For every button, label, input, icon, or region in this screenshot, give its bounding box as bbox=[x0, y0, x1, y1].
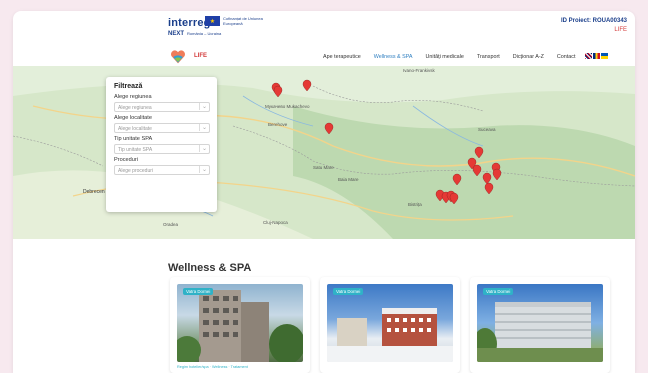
map-label-debrecen: Debrecen bbox=[83, 189, 105, 195]
top-header: interreg NEXT România – Ucraina ★ Cofinan… bbox=[13, 11, 635, 47]
nav-item-contact[interactable]: Contact bbox=[557, 54, 576, 60]
locality-select-value: Alege localitate bbox=[118, 126, 152, 132]
filter-panel: Filtrează Alege regiunea Alege regiunea … bbox=[106, 77, 217, 212]
chevron-down-icon: ⌄ bbox=[198, 145, 207, 152]
map-label-ivano-frankivsk: Ivano-Frankivsk bbox=[403, 68, 436, 73]
spa-card[interactable]: Vatra Dornei Regim hotelier/spa · Wellne… bbox=[170, 277, 310, 373]
ro-flag-icon[interactable] bbox=[593, 53, 600, 59]
chevron-down-icon: ⌄ bbox=[198, 166, 207, 173]
region-select[interactable]: Alege regiunea ⌄ bbox=[114, 102, 210, 112]
life-heart-logo-icon[interactable] bbox=[170, 49, 186, 65]
location-badge: Vatra Dornei bbox=[483, 288, 514, 295]
page-frame: interreg NEXT România – Ucraina ★ Cofinan… bbox=[13, 11, 635, 373]
spa-card-photo[interactable]: Vatra Dornei bbox=[477, 284, 603, 362]
region-label: Alege regiunea bbox=[114, 94, 152, 100]
hotel-building-image bbox=[177, 290, 303, 362]
section-title: Wellness & SPA bbox=[168, 262, 252, 274]
next-text: NEXT bbox=[168, 31, 185, 37]
eu-cofinance-text: Cofinanțat de Uniunea Europeană bbox=[223, 16, 263, 26]
spa-type-label: Tip unitate SPA bbox=[114, 136, 153, 142]
procedures-select-value: Alege proceduri bbox=[118, 168, 154, 174]
map-label-suceava: Suceava bbox=[478, 127, 496, 132]
nav-item-dictionar[interactable]: Dicționar A-Z bbox=[513, 54, 544, 60]
map-label-baia-mare: Baia Mare bbox=[338, 177, 359, 182]
ua-flag-icon[interactable] bbox=[601, 53, 608, 59]
spa-card-photo[interactable]: Vatra Dornei bbox=[327, 284, 453, 362]
map-label-berehove: Berehove bbox=[268, 122, 288, 127]
next-subtext: România – Ucraina bbox=[187, 31, 222, 36]
chevron-down-icon: ⌄ bbox=[198, 103, 207, 110]
procedures-label: Proceduri bbox=[114, 157, 138, 163]
project-name: LIFE bbox=[614, 27, 627, 33]
life-logo-text[interactable]: LIFE bbox=[194, 53, 207, 59]
nav-item-ape-terapeutice[interactable]: Ape terapeutice bbox=[323, 54, 361, 60]
nav-item-transport[interactable]: Transport bbox=[477, 54, 500, 60]
map-label-satu-mare: Satu Mare bbox=[313, 165, 334, 170]
map-view[interactable]: Ivano-Frankivsk Мукачево Mukachevo Bereh… bbox=[13, 66, 635, 239]
map-label-oradea: Oradea bbox=[163, 222, 179, 227]
hotel-building-image bbox=[477, 302, 603, 362]
next-logo-text: NEXT România – Ucraina bbox=[168, 31, 221, 37]
locality-label: Alege localitate bbox=[114, 115, 152, 121]
location-badge: Vatra Dornei bbox=[183, 288, 214, 295]
uk-flag-icon[interactable] bbox=[585, 53, 592, 59]
spa-card-list: Vatra Dornei Regim hotelier/spa · Wellne… bbox=[165, 277, 615, 373]
spa-card-photo[interactable]: Vatra Dornei bbox=[177, 284, 303, 362]
filter-title: Filtrează bbox=[114, 83, 143, 90]
hotel-building-image bbox=[327, 308, 453, 362]
chevron-down-icon: ⌄ bbox=[198, 124, 207, 131]
spa-card-caption[interactable]: Regim hotelier/spa · Wellness · Tratamen… bbox=[177, 365, 248, 369]
nav-item-unitati-medicale[interactable]: Unități medicale bbox=[426, 54, 464, 60]
spa-type-select-value: Tip unitate SPA bbox=[118, 147, 153, 153]
locality-select[interactable]: Alege localitate ⌄ bbox=[114, 123, 210, 133]
procedures-select[interactable]: Alege proceduri ⌄ bbox=[114, 165, 210, 175]
spa-type-select[interactable]: Tip unitate SPA ⌄ bbox=[114, 144, 210, 154]
project-id: ID Proiect: ROUA00343 bbox=[560, 18, 627, 24]
language-switcher bbox=[585, 53, 608, 59]
map-label-mukachevo: Мукачево Mukachevo bbox=[265, 104, 310, 109]
spa-card[interactable]: Vatra Dornei bbox=[320, 277, 460, 373]
nav-item-wellness-spa[interactable]: Wellness & SPA bbox=[374, 54, 413, 60]
region-select-value: Alege regiunea bbox=[118, 105, 152, 111]
eu-flag-icon: ★ bbox=[205, 16, 220, 26]
spa-card[interactable]: Vatra Dornei bbox=[470, 277, 610, 373]
location-badge: Vatra Dornei bbox=[333, 288, 364, 295]
map-label-bistrita: Bistrița bbox=[408, 202, 422, 207]
map-label-cluj-napoca: Cluj-Napoca bbox=[263, 220, 288, 225]
nav-menu: Ape terapeutice Wellness & SPA Unități m… bbox=[323, 54, 588, 60]
